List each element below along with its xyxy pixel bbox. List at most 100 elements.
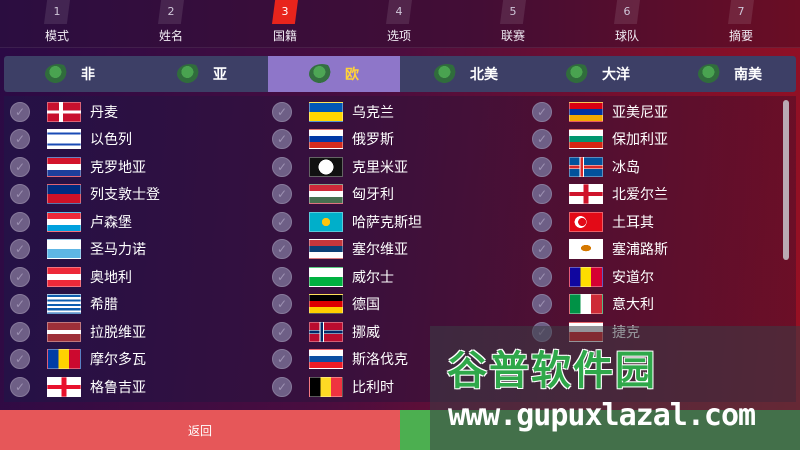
tab-north-america[interactable]: 北美 — [400, 56, 532, 92]
checkbox-icon[interactable]: ✓ — [272, 239, 292, 260]
nationality-row[interactable]: ✓ 摩尔多瓦 — [4, 346, 264, 374]
checkbox-icon[interactable]: ✓ — [532, 266, 552, 287]
country-name: 哈萨克斯坦 — [352, 214, 422, 231]
country-name: 俄罗斯 — [352, 132, 394, 149]
nationality-row[interactable]: ✓ 亚美尼亚 — [526, 98, 786, 126]
checkbox-icon[interactable]: ✓ — [272, 376, 292, 397]
nationality-row[interactable]: ✓ 俄罗斯 — [266, 126, 526, 154]
nationality-row[interactable]: ✓ 拉脱维亚 — [4, 318, 264, 346]
country-name: 保加利亚 — [612, 132, 668, 149]
checkbox-icon[interactable]: ✓ — [532, 294, 552, 315]
checkbox-icon[interactable]: ✓ — [272, 184, 292, 205]
checkbox-icon[interactable]: ✓ — [10, 129, 30, 150]
checkbox-icon[interactable]: ✓ — [10, 294, 30, 315]
checkbox-icon[interactable]: ✓ — [532, 101, 552, 122]
nationality-row[interactable]: ✓ 安道尔 — [526, 263, 786, 291]
country-name: 丹麦 — [90, 104, 118, 121]
flag-icon — [309, 156, 343, 177]
country-name: 以色列 — [90, 132, 132, 149]
step-label: 选项 — [386, 29, 411, 43]
checkbox-icon[interactable]: ✓ — [272, 349, 292, 370]
country-name: 克罗地亚 — [90, 159, 146, 176]
country-name: 意大利 — [612, 297, 654, 314]
nationality-row[interactable]: ✓ 威尔士 — [266, 263, 526, 291]
checkbox-icon[interactable]: ✓ — [10, 184, 30, 205]
country-name: 比利时 — [352, 379, 394, 396]
flag-icon — [309, 349, 343, 370]
country-name: 列支敦士登 — [90, 187, 160, 204]
step-number: 7 — [728, 0, 754, 24]
country-name: 斯洛伐克 — [352, 352, 408, 369]
flag-icon — [47, 156, 81, 177]
nationality-row[interactable]: ✓ 克罗地亚 — [4, 153, 264, 181]
checkbox-icon[interactable]: ✓ — [10, 156, 30, 177]
step-options[interactable]: 4 选项 — [342, 0, 456, 48]
checkbox-icon[interactable]: ✓ — [272, 129, 292, 150]
checkbox-icon[interactable]: ✓ — [10, 266, 30, 287]
tab-label: 亚 — [213, 67, 227, 83]
back-button[interactable]: 返回 — [0, 410, 400, 450]
step-name[interactable]: 2 姓名 — [114, 0, 228, 48]
step-label: 姓名 — [158, 29, 183, 43]
checkbox-icon[interactable]: ✓ — [10, 101, 30, 122]
checkbox-icon[interactable]: ✓ — [532, 156, 552, 177]
checkbox-icon[interactable]: ✓ — [532, 129, 552, 150]
nationality-row[interactable]: ✓ 丹麦 — [4, 98, 264, 126]
flag-icon — [309, 294, 343, 315]
checkbox-icon[interactable]: ✓ — [10, 376, 30, 397]
checkbox-icon[interactable]: ✓ — [532, 239, 552, 260]
nationality-row[interactable]: ✓ 北爱尔兰 — [526, 181, 786, 209]
nationality-row[interactable]: ✓ 保加利亚 — [526, 126, 786, 154]
checkbox-icon[interactable]: ✓ — [10, 239, 30, 260]
nationality-row[interactable]: ✓ 格鲁吉亚 — [4, 373, 264, 401]
checkbox-icon[interactable]: ✓ — [272, 101, 292, 122]
nationality-row[interactable]: ✓ 卢森堡 — [4, 208, 264, 236]
country-name: 摩尔多瓦 — [90, 352, 146, 369]
flag-icon — [47, 349, 81, 370]
step-label: 球队 — [614, 29, 639, 43]
step-mode[interactable]: 1 模式 — [0, 0, 114, 48]
nationality-row[interactable]: ✓ 克里米亚 — [266, 153, 526, 181]
checkbox-icon[interactable]: ✓ — [272, 294, 292, 315]
checkbox-icon[interactable]: ✓ — [272, 211, 292, 232]
tab-oceania[interactable]: 大洋 — [532, 56, 664, 92]
nationality-row[interactable]: ✓ 意大利 — [526, 291, 786, 319]
checkbox-icon[interactable]: ✓ — [10, 321, 30, 342]
step-nationality[interactable]: 3 国籍 — [228, 0, 342, 48]
country-name: 安道尔 — [612, 269, 654, 286]
country-name: 土耳其 — [612, 214, 654, 231]
checkbox-icon[interactable]: ✓ — [272, 156, 292, 177]
step-label: 摘要 — [728, 29, 753, 43]
checkbox-icon[interactable]: ✓ — [272, 266, 292, 287]
tab-europe[interactable]: 欧 — [268, 56, 400, 92]
country-name: 奥地利 — [90, 269, 132, 286]
checkbox-icon[interactable]: ✓ — [532, 184, 552, 205]
flag-icon — [47, 294, 81, 315]
asia-map-icon — [177, 64, 203, 84]
nationality-row[interactable]: ✓ 土耳其 — [526, 208, 786, 236]
nationality-row[interactable]: ✓ 以色列 — [4, 126, 264, 154]
nationality-row[interactable]: ✓ 冰岛 — [526, 153, 786, 181]
tab-asia[interactable]: 亚 — [136, 56, 268, 92]
nationality-row[interactable]: ✓ 塞尔维亚 — [266, 236, 526, 264]
step-team[interactable]: 6 球队 — [570, 0, 684, 48]
checkbox-icon[interactable]: ✓ — [272, 321, 292, 342]
nationality-row[interactable]: ✓ 圣马力诺 — [4, 236, 264, 264]
nationality-row[interactable]: ✓ 列支敦士登 — [4, 181, 264, 209]
tab-south-america[interactable]: 南美 — [664, 56, 796, 92]
nationality-row[interactable]: ✓ 德国 — [266, 291, 526, 319]
tab-africa[interactable]: 非 — [4, 56, 136, 92]
step-league[interactable]: 5 联赛 — [456, 0, 570, 48]
step-summary[interactable]: 7 摘要 — [684, 0, 798, 48]
nationality-row[interactable]: ✓ 乌克兰 — [266, 98, 526, 126]
flag-icon — [309, 376, 343, 397]
nationality-row[interactable]: ✓ 希腊 — [4, 291, 264, 319]
checkbox-icon[interactable]: ✓ — [10, 211, 30, 232]
nationality-row[interactable]: ✓ 奥地利 — [4, 263, 264, 291]
checkbox-icon[interactable]: ✓ — [10, 349, 30, 370]
flag-icon — [47, 266, 81, 287]
nationality-row[interactable]: ✓ 塞浦路斯 — [526, 236, 786, 264]
nationality-row[interactable]: ✓ 哈萨克斯坦 — [266, 208, 526, 236]
checkbox-icon[interactable]: ✓ — [532, 211, 552, 232]
nationality-row[interactable]: ✓ 匈牙利 — [266, 181, 526, 209]
